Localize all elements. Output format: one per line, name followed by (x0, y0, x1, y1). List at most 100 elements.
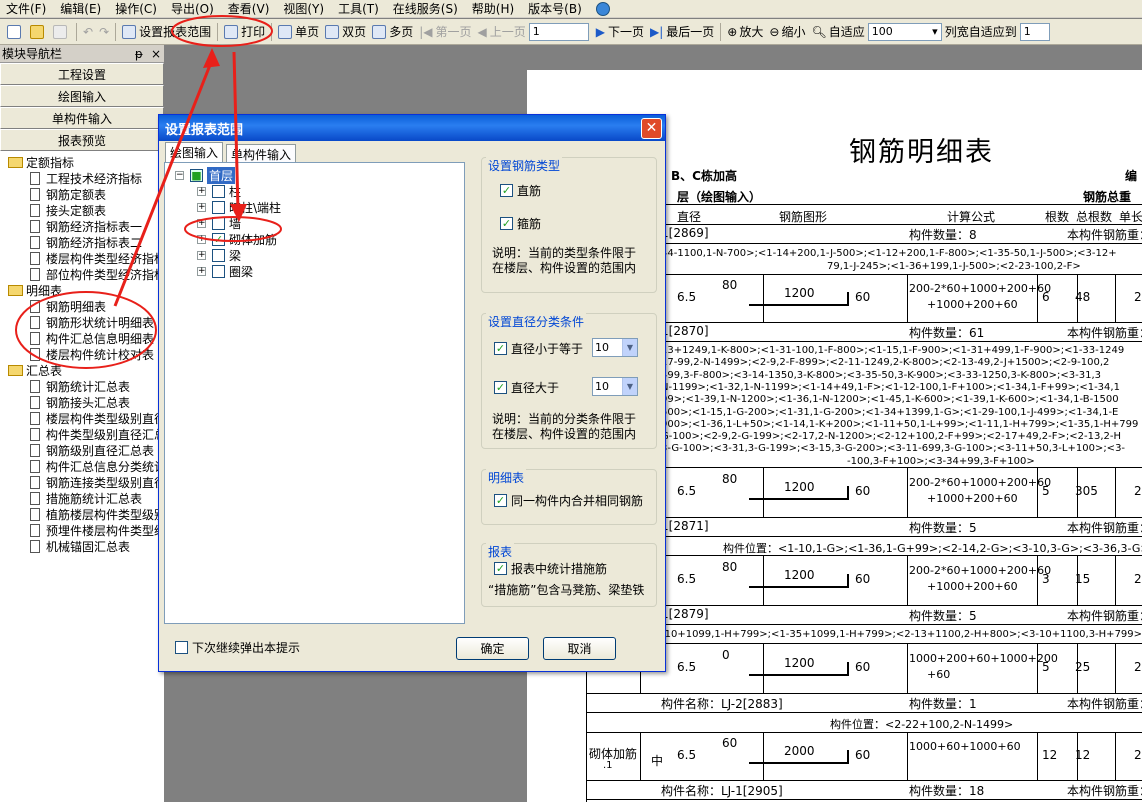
page-number-input[interactable] (528, 22, 589, 41)
print-button[interactable]: 打印 (221, 21, 268, 43)
checkbox-checked-icon[interactable]: ✓ (494, 381, 507, 394)
tree-node[interactable]: + 圈梁 (197, 263, 253, 279)
tree-node[interactable]: + 梁 (197, 247, 241, 263)
multi-page-button[interactable]: 多页 (369, 21, 416, 43)
tree-item[interactable]: 植筋楼层构件类型级别 (0, 506, 164, 522)
show-again-option[interactable]: 下次继续弹出本提示 (175, 639, 300, 656)
tree-item[interactable]: 构件汇总信息分类统计 (0, 458, 164, 474)
new-file-icon[interactable] (4, 21, 27, 43)
zoom-out-button[interactable]: ⊖ 缩小 (766, 21, 808, 43)
tab-drawing-input[interactable]: 绘图输入 (165, 142, 224, 163)
component-tree[interactable]: − ■ 首层 + 柱 + 暗柱\端柱 + 墙 + ✓ 砌体加筋 + 梁 + 圈梁 (164, 162, 465, 624)
expand-icon[interactable]: + (197, 186, 206, 196)
tree-item[interactable]: 钢筋形状统计明细表 (0, 314, 164, 330)
partial-check-icon[interactable]: ■ (190, 168, 203, 182)
menu-tools[interactable]: 工具(T) (338, 0, 379, 17)
checkbox-unchecked-icon[interactable] (175, 641, 188, 654)
checkbox-unchecked-icon[interactable] (212, 264, 225, 278)
measure-rebar-option[interactable]: ✓ 报表中统计措施筋 (494, 560, 607, 577)
menu-window[interactable]: 视图(Y) (283, 0, 324, 17)
tree-item[interactable]: 钢筋连接类型级别直径 (0, 474, 164, 490)
fit-button[interactable]: 🔍︎ 自适应 (808, 21, 867, 43)
tree-item[interactable]: 钢筋经济指标表一 (0, 218, 164, 234)
tree-node[interactable]: + 墙 (197, 215, 241, 231)
tree-item[interactable]: 接头定额表 (0, 202, 164, 218)
nav-project-settings[interactable]: 工程设置 (0, 63, 164, 85)
tree-item[interactable]: 部位构件类型经济指标 (0, 266, 164, 282)
menu-edit[interactable]: 编辑(E) (60, 0, 101, 17)
menu-online-service[interactable]: 在线服务(S) (393, 0, 458, 17)
collapse-icon[interactable]: − (175, 170, 184, 180)
diameter-gt-option[interactable]: ✓ 直径大于 (494, 379, 559, 396)
prev-page-button[interactable]: ◀ 上一页 (475, 21, 529, 43)
cancel-button[interactable]: 取消 (543, 637, 616, 660)
close-icon[interactable]: ✕ (641, 117, 662, 139)
zoom-in-button[interactable]: ⊕ 放大 (724, 21, 766, 43)
checkbox-unchecked-icon[interactable] (212, 184, 225, 198)
checkbox-checked-icon[interactable]: ✓ (494, 562, 507, 575)
nav-report-preview[interactable]: 报表预览 (0, 129, 164, 151)
open-folder-icon[interactable] (27, 21, 50, 43)
tree-node[interactable]: + 柱 (197, 183, 241, 199)
zoom-select[interactable]: 100 ▾ (867, 22, 942, 41)
menu-help[interactable]: 帮助(H) (472, 0, 514, 17)
menu-export[interactable]: 导出(O) (171, 0, 214, 17)
straight-rebar-option[interactable]: ✓ 直筋 (500, 182, 541, 199)
tree-group[interactable]: 定额指标 (0, 154, 164, 170)
tree-root[interactable]: − ■ 首层 (175, 166, 236, 184)
pin-icon[interactable]: ᵽ (135, 47, 143, 61)
next-page-button[interactable]: ▶ 下一页 (593, 21, 647, 43)
tree-group[interactable]: 汇总表 (0, 362, 164, 378)
menu-view[interactable]: 查看(V) (228, 0, 270, 17)
tree-item[interactable]: 预埋件楼层构件类型级 (0, 522, 164, 538)
tree-node[interactable]: + ✓ 砌体加筋 (197, 231, 277, 247)
tree-item[interactable]: 钢筋明细表 (0, 298, 164, 314)
menu-operate[interactable]: 操作(C) (115, 0, 157, 17)
single-page-button[interactable]: 单页 (275, 21, 322, 43)
column-fit-input[interactable] (1019, 22, 1050, 41)
tree-item[interactable]: 工程技术经济指标 (0, 170, 164, 186)
tree-item[interactable]: 钢筋定额表 (0, 186, 164, 202)
menu-file[interactable]: 文件(F) (6, 0, 46, 17)
diameter-lte-select[interactable]: 10 ▼ (592, 338, 638, 357)
diameter-lte-option[interactable]: ✓ 直径小于等于 (494, 340, 583, 357)
tree-item[interactable]: 构件汇总信息明细表 (0, 330, 164, 346)
nav-drawing-input[interactable]: 绘图输入 (0, 85, 164, 107)
tree-node[interactable]: + 暗柱\端柱 (197, 199, 281, 215)
expand-icon[interactable]: + (197, 234, 206, 244)
ok-button[interactable]: 确定 (456, 637, 529, 660)
checkbox-unchecked-icon[interactable] (212, 200, 225, 214)
first-page-button[interactable]: |◀ 第一页 (416, 21, 474, 43)
close-icon[interactable]: × (151, 47, 161, 61)
tree-item[interactable]: 楼层构件类型级别直径 (0, 410, 164, 426)
checkbox-checked-icon[interactable]: ✓ (494, 342, 507, 355)
checkbox-checked-icon[interactable]: ✓ (494, 494, 507, 507)
expand-icon[interactable]: + (197, 250, 206, 260)
checkbox-checked-icon[interactable]: ✓ (500, 184, 513, 197)
double-page-button[interactable]: 双页 (322, 21, 369, 43)
checkbox-checked-icon[interactable]: ✓ (500, 217, 513, 230)
tree-item[interactable]: 钢筋接头汇总表 (0, 394, 164, 410)
tree-item[interactable]: 措施筋统计汇总表 (0, 490, 164, 506)
globe-icon[interactable] (595, 1, 610, 16)
tree-group[interactable]: 明细表 (0, 282, 164, 298)
stirrup-option[interactable]: ✓ 箍筋 (500, 215, 541, 232)
report-range-button[interactable]: 设置报表范围 (119, 21, 214, 43)
save-icon[interactable] (50, 21, 73, 43)
tree-item[interactable]: 钢筋经济指标表二 (0, 234, 164, 250)
diameter-gt-select[interactable]: 10 ▼ (592, 377, 638, 396)
checkbox-checked-icon[interactable]: ✓ (212, 232, 225, 246)
checkbox-unchecked-icon[interactable] (212, 216, 225, 230)
merge-same-rebar-option[interactable]: ✓ 同一构件内合并相同钢筋 (494, 492, 643, 509)
last-page-button[interactable]: ▶| 最后一页 (647, 21, 717, 43)
tree-item[interactable]: 钢筋级别直径汇总表 (0, 442, 164, 458)
tree-item[interactable]: 楼层构件类型经济指标 (0, 250, 164, 266)
tab-single-component-input[interactable]: 单构件输入 (226, 144, 297, 162)
nav-single-component-input[interactable]: 单构件输入 (0, 107, 164, 129)
expand-icon[interactable]: + (197, 266, 206, 276)
undo-icon[interactable]: ↶ (80, 21, 96, 43)
tree-item[interactable]: 楼层构件统计校对表 (0, 346, 164, 362)
expand-icon[interactable]: + (197, 218, 206, 228)
redo-icon[interactable]: ↷ (96, 21, 112, 43)
tree-item[interactable]: 构件类型级别直径汇总 (0, 426, 164, 442)
